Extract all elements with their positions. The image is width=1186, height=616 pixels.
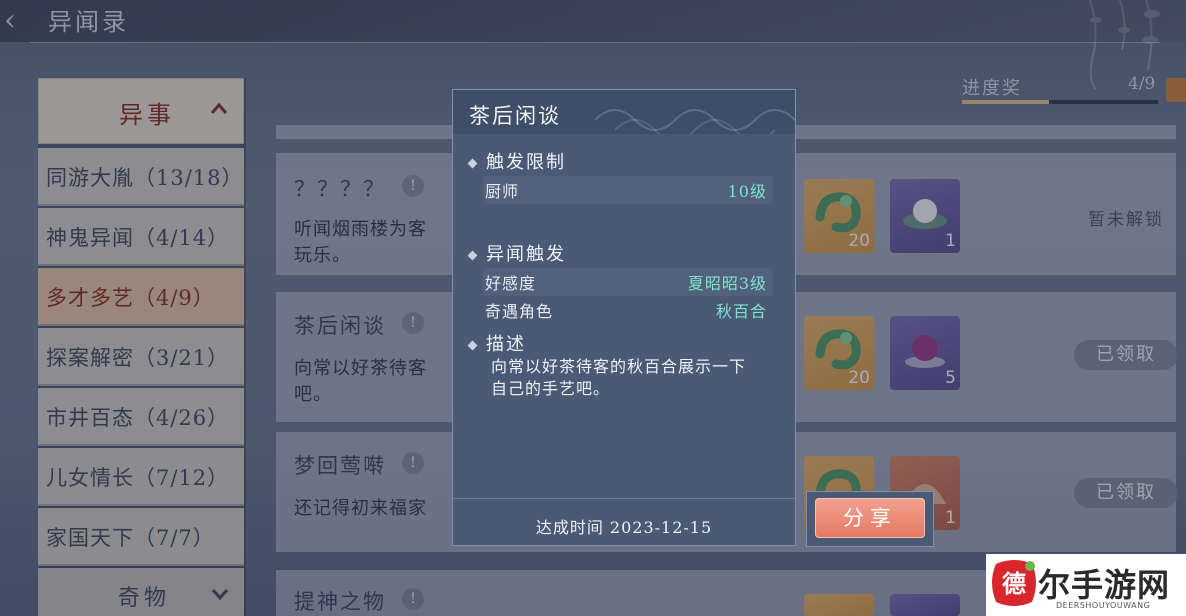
- section-title: 触发限制: [486, 152, 566, 173]
- limit-row: 厨师 10级: [483, 176, 773, 204]
- row-value: 秋百合: [715, 302, 767, 321]
- diamond-bullet-icon: [467, 158, 478, 168]
- event-detail-popup: 茶后闲谈 触发限制 厨师 10级 异闻触发 好感度 夏昭昭3级 奇遇角色 秋百合…: [452, 89, 796, 546]
- seal-logo-icon: 德: [992, 560, 1036, 606]
- watermark-subtext: DEERSHOUYOUWANG: [1056, 601, 1151, 610]
- watermark-text: 尔手游网: [1038, 566, 1171, 604]
- row-key: 奇遇角色: [485, 302, 554, 321]
- row-value: 10级: [727, 182, 767, 201]
- achieved-time: 达成时间 2023-12-15: [535, 518, 713, 537]
- popup-title: 茶后闲谈: [469, 104, 561, 128]
- section-title: 描述: [486, 334, 526, 355]
- row-value: 夏昭昭3级: [687, 274, 767, 293]
- desc-line: 向常以好茶待客的秋百合展示一下: [491, 357, 747, 376]
- row-key: 厨师: [485, 182, 520, 201]
- cloud-pattern-icon: [595, 109, 795, 134]
- section-description: 描述: [467, 330, 526, 356]
- svg-text:德: 德: [1002, 570, 1026, 598]
- diamond-bullet-icon: [467, 340, 478, 350]
- popup-description: 向常以好茶待客的秋百合展示一下 自己的手艺吧。: [491, 356, 771, 400]
- trigger-row: 奇遇角色 秋百合: [483, 296, 773, 324]
- popup-divider: [453, 498, 795, 499]
- row-key: 好感度: [485, 274, 537, 293]
- section-event-trigger: 异闻触发: [467, 240, 566, 266]
- section-title: 异闻触发: [486, 244, 566, 265]
- diamond-bullet-icon: [467, 250, 478, 260]
- watermark-logo: 德 尔手游网 DEERSHOUYOUWANG: [986, 554, 1186, 616]
- trigger-row: 好感度 夏昭昭3级: [483, 268, 773, 296]
- section-trigger-limit: 触发限制: [467, 148, 566, 174]
- popup-header: 茶后闲谈: [453, 90, 795, 134]
- share-button[interactable]: 分享: [815, 498, 925, 538]
- share-panel: 分享: [806, 491, 934, 547]
- desc-line: 自己的手艺吧。: [491, 379, 611, 398]
